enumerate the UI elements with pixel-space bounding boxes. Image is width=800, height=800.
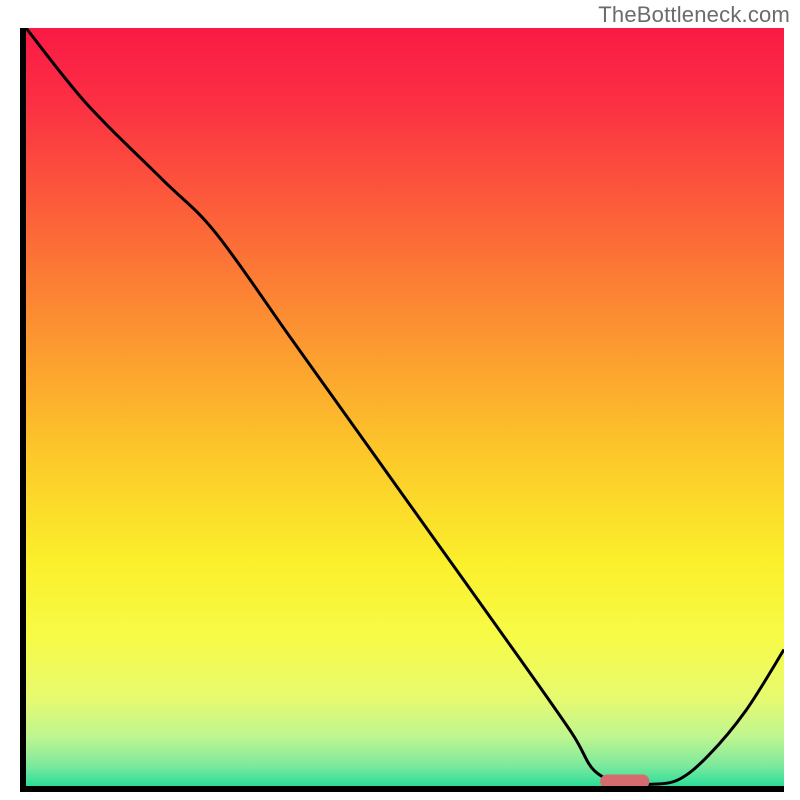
chart-container: TheBottleneck.com [0, 0, 800, 800]
plot-frame [20, 28, 784, 792]
gradient-background [23, 28, 784, 789]
watermark-text: TheBottleneck.com [598, 2, 790, 28]
chart-svg [20, 28, 784, 792]
